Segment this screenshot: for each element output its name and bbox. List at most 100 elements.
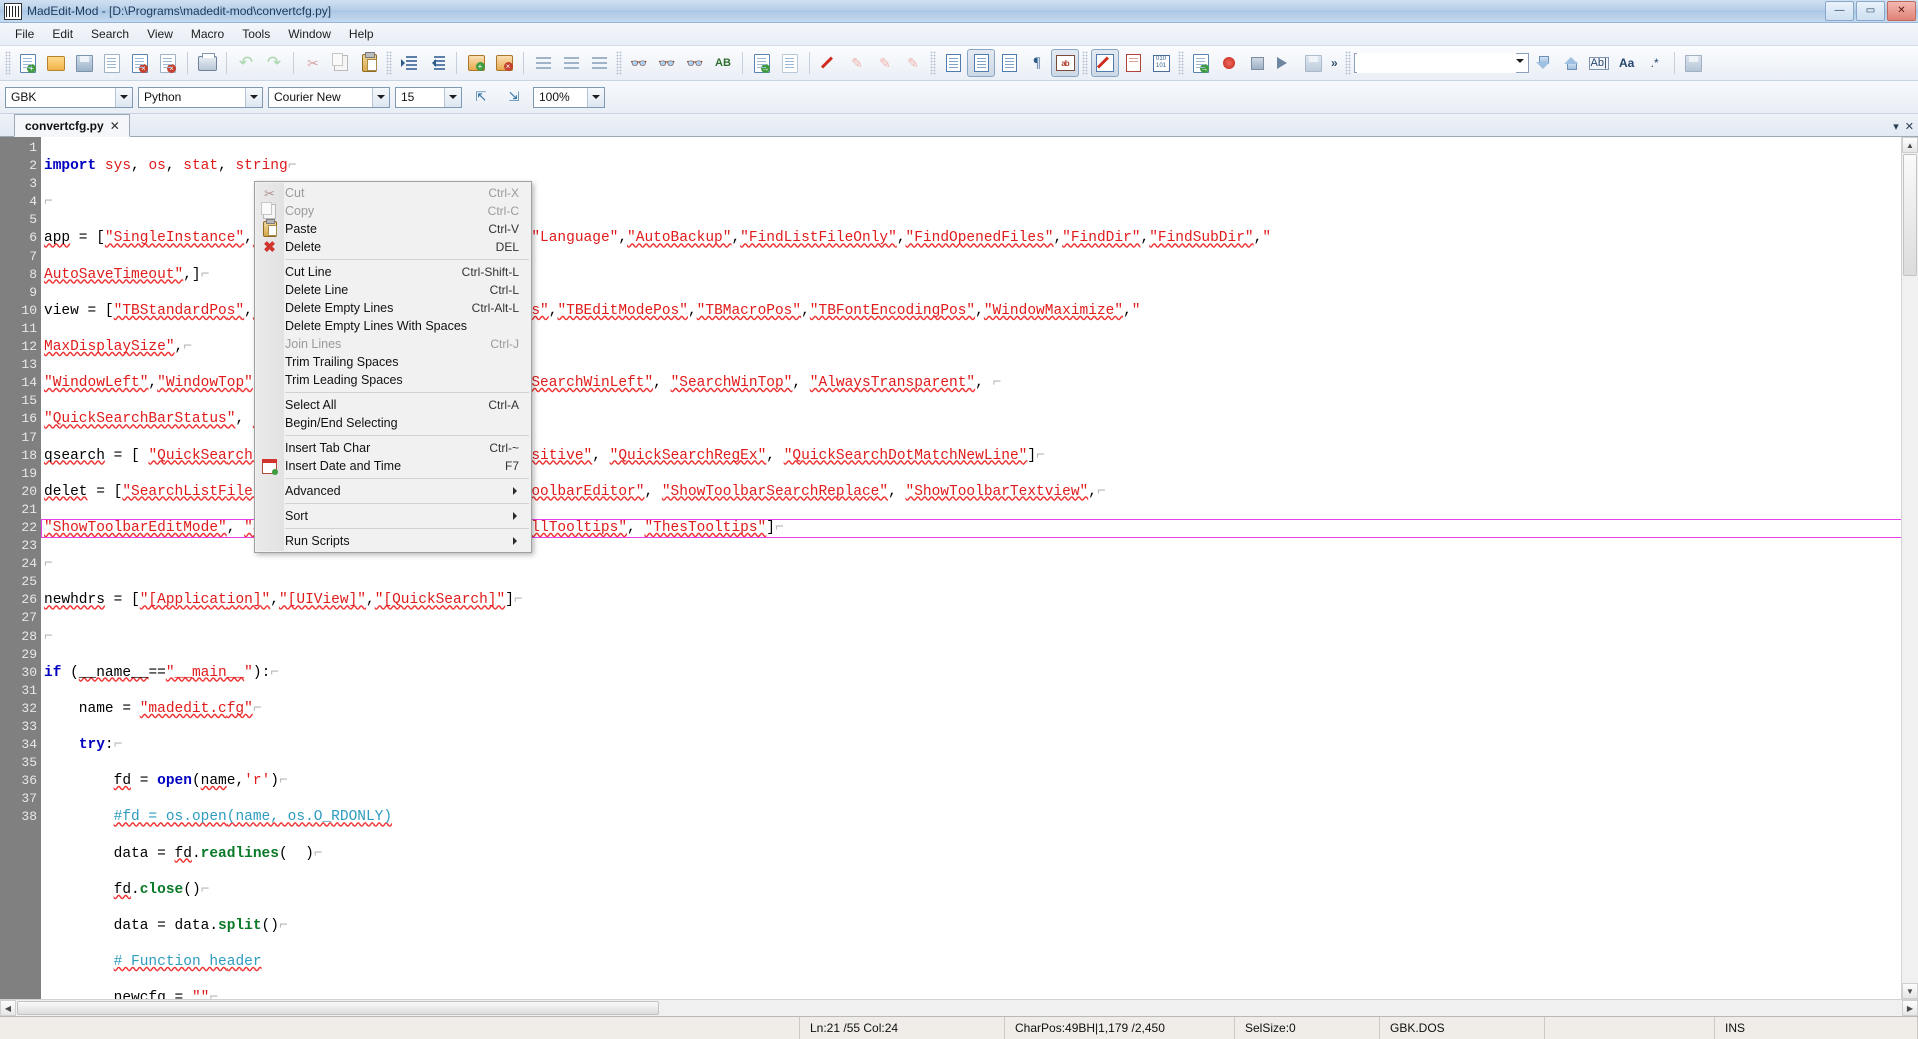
scroll-left-button[interactable]: ◀ xyxy=(0,1000,16,1016)
stop-macro-icon[interactable] xyxy=(1243,49,1271,77)
new-file-icon[interactable]: + xyxy=(14,49,42,77)
hex-mode-icon[interactable] xyxy=(995,49,1023,77)
toolbar-overflow-button[interactable]: » xyxy=(1327,56,1342,70)
next-bookmark-icon[interactable]: ✎ xyxy=(843,49,871,77)
editor-context-menu[interactable]: ✂CutCtrl-XCopyCtrl-CPasteCtrl-V✖DeleteDE… xyxy=(254,181,532,553)
context-menu-item-trim-trailing-spaces[interactable]: Trim Trailing Spaces xyxy=(255,353,531,371)
cut-icon[interactable]: ✂ xyxy=(299,49,327,77)
replace-in-files-icon[interactable] xyxy=(776,49,804,77)
toolbar-grip[interactable] xyxy=(1082,51,1088,75)
toolbar-grip[interactable] xyxy=(5,51,11,75)
context-menu-item-delete-empty-lines-with-spaces[interactable]: Delete Empty Lines With Spaces xyxy=(255,317,531,335)
quicksearch-combo[interactable] xyxy=(1354,53,1529,73)
quicksearch-input[interactable] xyxy=(1357,53,1516,73)
find-next-icon[interactable]: 👓 xyxy=(653,49,681,77)
context-menu-item-select-all[interactable]: Select AllCtrl-A xyxy=(255,396,531,414)
toolbar-grip[interactable] xyxy=(930,51,936,75)
regex-icon[interactable]: .* xyxy=(1641,49,1669,77)
context-menu-item-delete[interactable]: ✖DeleteDEL xyxy=(255,238,531,256)
context-menu-item-cut-line[interactable]: Cut LineCtrl-Shift-L xyxy=(255,263,531,281)
chevron-down-icon[interactable]: ▾ xyxy=(1893,120,1899,133)
replace-icon[interactable]: AB xyxy=(709,49,737,77)
load-macro-icon[interactable]: → xyxy=(1187,49,1215,77)
column-mode-icon[interactable] xyxy=(967,49,995,77)
binary-icon[interactable]: 010101 xyxy=(1147,49,1175,77)
search-down-icon[interactable] xyxy=(1529,49,1557,77)
context-menu-item-delete-empty-lines[interactable]: Delete Empty LinesCtrl-Alt-L xyxy=(255,299,531,317)
scroll-right-button[interactable]: ▶ xyxy=(1902,1000,1918,1016)
find-icon[interactable]: 👓 xyxy=(625,49,653,77)
align-right-icon[interactable] xyxy=(585,49,613,77)
spellcheck-toggle-icon[interactable]: ⇲ xyxy=(500,83,528,111)
align-center-icon[interactable] xyxy=(557,49,585,77)
find-in-files-icon[interactable]: → xyxy=(748,49,776,77)
context-menu-item-advanced[interactable]: Advanced xyxy=(255,482,531,500)
play-macro-icon[interactable] xyxy=(1271,49,1299,77)
print-icon[interactable] xyxy=(193,49,221,77)
context-menu-item-run-scripts[interactable]: Run Scripts xyxy=(255,532,531,550)
redo-icon[interactable]: ↷ xyxy=(260,49,288,77)
minimize-button[interactable]: — xyxy=(1825,1,1854,21)
close-icon[interactable]: ✕ xyxy=(1905,120,1914,133)
show-marks-icon[interactable]: ¶ xyxy=(1023,49,1051,77)
zoom-combo[interactable]: 100% xyxy=(533,87,605,108)
decrease-indent-icon[interactable] xyxy=(423,49,451,77)
context-menu-item-insert-tab-char[interactable]: Insert Tab CharCtrl-~ xyxy=(255,439,531,457)
increase-indent-icon[interactable] xyxy=(395,49,423,77)
vertical-scrollbar[interactable]: ▲ ▼ xyxy=(1901,137,1918,999)
encoding-combo[interactable]: GBK xyxy=(5,87,133,108)
menu-file[interactable]: File xyxy=(6,25,43,43)
chevron-down-icon[interactable] xyxy=(444,88,461,107)
menu-help[interactable]: Help xyxy=(340,25,383,43)
menu-view[interactable]: View xyxy=(138,25,182,43)
toolbar-grip[interactable] xyxy=(1178,51,1184,75)
tab-close-icon[interactable]: ✕ xyxy=(110,119,120,133)
vertical-scroll-thumb[interactable] xyxy=(1903,154,1917,276)
open-file-icon[interactable] xyxy=(42,49,70,77)
clear-bookmarks-icon[interactable]: ✎ xyxy=(899,49,927,77)
context-menu-item-sort[interactable]: Sort xyxy=(255,507,531,525)
menu-edit[interactable]: Edit xyxy=(43,25,82,43)
toolbar-grip[interactable] xyxy=(1345,51,1351,75)
match-case-icon[interactable]: Aa xyxy=(1613,49,1641,77)
text-mode-icon[interactable] xyxy=(939,49,967,77)
maximize-button[interactable]: ▭ xyxy=(1856,1,1885,21)
context-menu-item-paste[interactable]: PasteCtrl-V xyxy=(255,220,531,238)
menu-search[interactable]: Search xyxy=(82,25,138,43)
save-as-icon[interactable] xyxy=(98,49,126,77)
chevron-down-icon[interactable] xyxy=(115,88,132,107)
numbered-list-icon[interactable] xyxy=(529,49,557,77)
bold-toggle-icon[interactable]: ⇱ xyxy=(467,83,495,111)
toolbar-grip[interactable] xyxy=(386,51,392,75)
chevron-down-icon[interactable] xyxy=(1516,59,1524,67)
menu-window[interactable]: Window xyxy=(279,25,340,43)
undo-icon[interactable]: ↶ xyxy=(232,49,260,77)
chevron-down-icon[interactable] xyxy=(372,88,389,107)
context-menu-item-trim-leading-spaces[interactable]: Trim Leading Spaces xyxy=(255,371,531,389)
scroll-down-button[interactable]: ▼ xyxy=(1902,983,1918,999)
find-prev-icon[interactable]: 👓 xyxy=(681,49,709,77)
font-family-combo[interactable]: Courier New xyxy=(268,87,390,108)
save-macro-icon[interactable] xyxy=(1299,49,1327,77)
context-menu-item-begin-end-selecting[interactable]: Begin/End Selecting xyxy=(255,414,531,432)
uncomment-icon[interactable]: × xyxy=(490,49,518,77)
whole-word-icon[interactable]: Ab| xyxy=(1585,49,1613,77)
syntax-combo[interactable]: Python xyxy=(138,87,263,108)
chevron-down-icon[interactable] xyxy=(587,88,604,107)
menu-macro[interactable]: Macro xyxy=(182,25,233,43)
scroll-up-button[interactable]: ▲ xyxy=(1902,137,1918,153)
menu-tools[interactable]: Tools xyxy=(233,25,279,43)
save-file-icon[interactable] xyxy=(70,49,98,77)
paste-icon[interactable] xyxy=(355,49,383,77)
horizontal-scroll-thumb[interactable] xyxy=(17,1001,659,1015)
toggle-bookmark-icon[interactable] xyxy=(815,49,843,77)
context-menu-item-delete-line[interactable]: Delete LineCtrl-L xyxy=(255,281,531,299)
tab-convertcfg-py[interactable]: convertcfg.py ✕ xyxy=(14,114,130,137)
edit-mode-icon[interactable] xyxy=(1091,49,1119,77)
toolbar-grip[interactable] xyxy=(616,51,622,75)
horizontal-scrollbar[interactable]: ◀ ▶ xyxy=(0,999,1918,1016)
comment-icon[interactable]: + xyxy=(462,49,490,77)
context-menu-item-insert-date-and-time[interactable]: Insert Date and TimeF7 xyxy=(255,457,531,475)
settings-icon[interactable] xyxy=(1680,49,1708,77)
word-wrap-icon[interactable]: ab xyxy=(1051,49,1079,77)
